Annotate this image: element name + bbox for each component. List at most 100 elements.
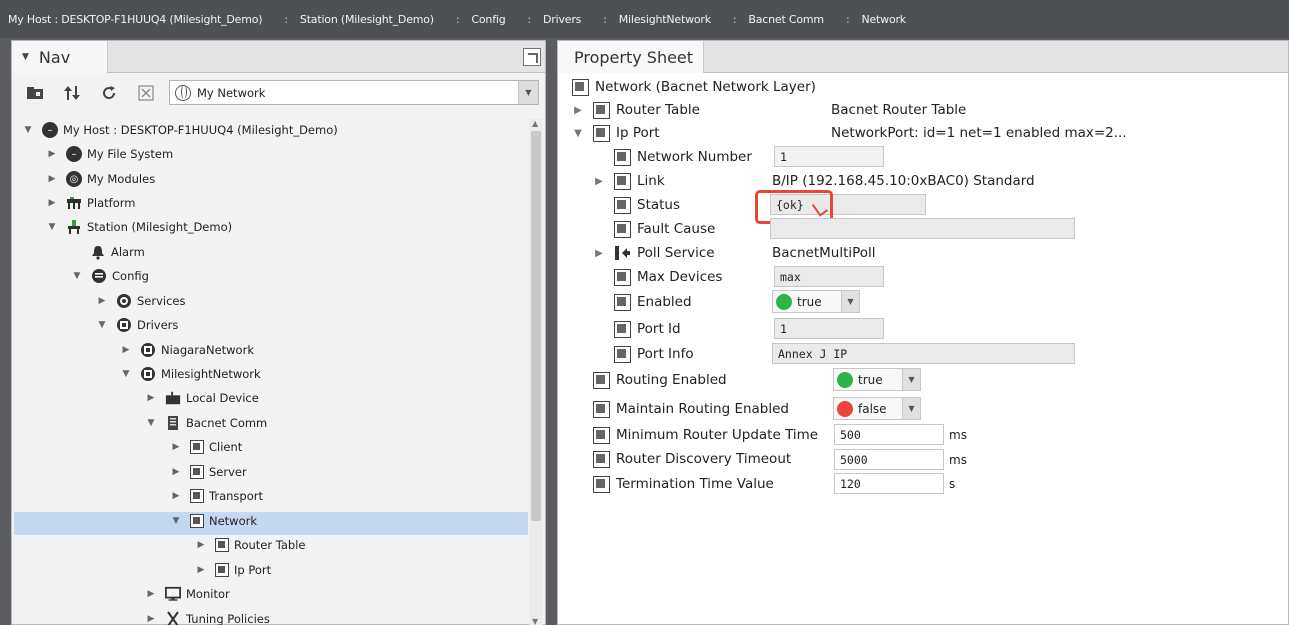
expanded-arrow-icon[interactable]: ▼ xyxy=(71,271,83,281)
breadcrumb-network[interactable]: Network xyxy=(861,13,906,26)
component-icon xyxy=(215,538,229,552)
tree-node-services[interactable]: ▶ Services xyxy=(96,290,186,312)
tree-node-modules[interactable]: ▶ ◎ My Modules xyxy=(46,168,155,190)
collapsed-arrow-icon[interactable]: ▶ xyxy=(145,589,157,599)
tree-node-bacnet-comm[interactable]: ▼ Bacnet Comm xyxy=(145,412,267,434)
tree-node-niagara-network[interactable]: ▶ NiagaraNetwork xyxy=(120,339,254,361)
router-discovery-field[interactable]: 5000 xyxy=(834,449,944,470)
component-icon xyxy=(593,426,610,444)
nav-tab-bar: ▼ Nav xyxy=(12,41,545,73)
network-number-field[interactable]: 1 xyxy=(774,146,884,167)
collapsed-arrow-icon[interactable]: ▶ xyxy=(195,540,207,550)
component-icon xyxy=(593,101,610,119)
collapsed-arrow-icon[interactable]: ▶ xyxy=(120,345,132,355)
tree-node-router-table[interactable]: ▶ Router Table xyxy=(195,534,306,556)
network-select[interactable]: My Network ▼ xyxy=(169,80,539,105)
expanded-arrow-icon[interactable]: ▼ xyxy=(145,418,157,428)
tree-node-host[interactable]: ▼ – My Host : DESKTOP-F1HUUQ4 (Milesight… xyxy=(22,119,338,141)
collapsed-arrow-icon[interactable]: ▶ xyxy=(145,614,157,624)
min-router-update-field[interactable]: 500 xyxy=(834,424,944,445)
component-icon xyxy=(572,78,589,96)
tree-node-station[interactable]: ▼ Station (Milesight_Demo) xyxy=(46,216,232,238)
property-label: Enabled xyxy=(637,294,692,310)
component-icon xyxy=(614,293,631,311)
tree-node-monitor[interactable]: ▶ Monitor xyxy=(145,583,230,605)
property-row-router-table[interactable]: ▶ Router Table xyxy=(572,99,700,121)
termination-time-field[interactable]: 120 xyxy=(834,473,944,494)
routing-enabled-select[interactable]: true ▼ xyxy=(833,368,921,391)
collapsed-arrow-icon[interactable]: ▶ xyxy=(572,105,584,116)
property-label: Port Info xyxy=(637,346,694,362)
collapsed-arrow-icon[interactable]: ▶ xyxy=(46,149,58,159)
breadcrumb-config[interactable]: Config xyxy=(471,13,505,26)
scroll-down-icon[interactable]: ▼ xyxy=(532,617,538,625)
tree-node-tuning-policies[interactable]: ▶ Tuning Policies xyxy=(145,608,270,625)
property-row-port-info: Port Info xyxy=(593,343,694,365)
maintain-routing-select[interactable]: false ▼ xyxy=(833,397,921,420)
tree-node-server[interactable]: ▶ Server xyxy=(170,461,247,483)
expanded-arrow-icon[interactable]: ▼ xyxy=(22,125,34,135)
refresh-icon[interactable] xyxy=(98,82,120,104)
collapsed-arrow-icon[interactable]: ▶ xyxy=(170,442,182,452)
close-icon[interactable] xyxy=(135,82,157,104)
scrollbar-thumb[interactable] xyxy=(531,131,541,521)
collapsed-arrow-icon[interactable]: ▶ xyxy=(145,393,157,403)
breadcrumb-host[interactable]: My Host : DESKTOP-F1HUUQ4 (Milesight_Dem… xyxy=(8,13,263,26)
collapsed-arrow-icon[interactable]: ▶ xyxy=(593,248,605,259)
breadcrumb-separator: : xyxy=(732,12,737,26)
tree-node-network[interactable]: ▼ Network xyxy=(170,510,257,532)
tab-property-sheet[interactable]: Property Sheet xyxy=(558,41,704,73)
collapsed-arrow-icon[interactable]: ▶ xyxy=(195,565,207,575)
expanded-arrow-icon[interactable]: ▼ xyxy=(170,516,182,526)
enabled-select[interactable]: true ▼ xyxy=(772,290,860,313)
nav-scrollbar[interactable]: ▲ ▼ xyxy=(529,119,543,625)
collapsed-arrow-icon[interactable]: ▶ xyxy=(170,467,182,477)
property-row-poll-service[interactable]: ▶ Poll Service xyxy=(593,242,714,264)
component-icon xyxy=(593,450,610,468)
collapsed-arrow-icon[interactable]: ▶ xyxy=(593,176,605,187)
tree-node-label: Platform xyxy=(87,196,136,210)
breadcrumb-station[interactable]: Station (Milesight_Demo) xyxy=(300,13,434,26)
tree-node-client[interactable]: ▶ Client xyxy=(170,436,242,458)
breadcrumb-separator: : xyxy=(284,12,288,26)
property-row-ip-port[interactable]: ▼ Ip Port xyxy=(572,122,660,144)
expanded-arrow-icon[interactable]: ▼ xyxy=(120,369,132,379)
tree-node-label: Bacnet Comm xyxy=(186,416,268,430)
breadcrumb-drivers[interactable]: Drivers xyxy=(543,13,581,26)
chevron-down-icon[interactable]: ▼ xyxy=(518,81,538,104)
poll-service-icon xyxy=(614,245,631,262)
tree-node-milesight-network[interactable]: ▼ MilesightNetwork xyxy=(120,363,261,385)
expanded-arrow-icon[interactable]: ▼ xyxy=(46,222,58,232)
sort-arrows-icon[interactable] xyxy=(61,82,83,104)
tree-node-file-system[interactable]: ▶ – My File System xyxy=(46,143,173,165)
collapsed-arrow-icon[interactable]: ▶ xyxy=(170,491,182,501)
breadcrumb-milesight-network[interactable]: MilesightNetwork xyxy=(619,13,711,26)
tree-node-ip-port[interactable]: ▶ Ip Port xyxy=(195,559,271,581)
tree-node-drivers[interactable]: ▼ Drivers xyxy=(96,314,178,336)
tree-node-platform[interactable]: ▶ Platform xyxy=(46,192,136,214)
tree-node-alarm[interactable]: Alarm xyxy=(90,241,145,263)
scroll-up-icon[interactable]: ▲ xyxy=(532,119,538,128)
property-row-link[interactable]: ▶ Link xyxy=(593,170,665,192)
component-icon xyxy=(614,268,631,286)
drivers-icon xyxy=(116,317,132,333)
breadcrumb-bacnet-comm[interactable]: Bacnet Comm xyxy=(748,13,824,26)
expanded-arrow-icon[interactable]: ▼ xyxy=(96,320,108,330)
tab-nav[interactable]: ▼ Nav xyxy=(12,41,108,73)
maximize-icon[interactable] xyxy=(523,48,541,66)
chevron-down-icon[interactable]: ▼ xyxy=(902,369,920,390)
property-row-termination-time: Termination Time Value xyxy=(593,473,774,495)
tree-node-local-device[interactable]: ▶ Local Device xyxy=(145,387,259,409)
collapsed-arrow-icon[interactable]: ▶ xyxy=(96,296,108,306)
collapsed-arrow-icon[interactable]: ▶ xyxy=(46,174,58,184)
collapsed-arrow-icon[interactable]: ▶ xyxy=(46,198,58,208)
expanded-arrow-icon[interactable]: ▼ xyxy=(572,128,584,139)
tree-node-transport[interactable]: ▶ Transport xyxy=(170,485,263,507)
component-icon xyxy=(614,220,631,238)
folder-open-icon[interactable] xyxy=(24,82,46,104)
caret-down-icon[interactable]: ▼ xyxy=(22,52,29,62)
property-label: Status xyxy=(637,197,681,213)
chevron-down-icon[interactable]: ▼ xyxy=(902,398,920,419)
tree-node-config[interactable]: ▼ Config xyxy=(71,265,149,287)
chevron-down-icon[interactable]: ▼ xyxy=(841,291,859,312)
